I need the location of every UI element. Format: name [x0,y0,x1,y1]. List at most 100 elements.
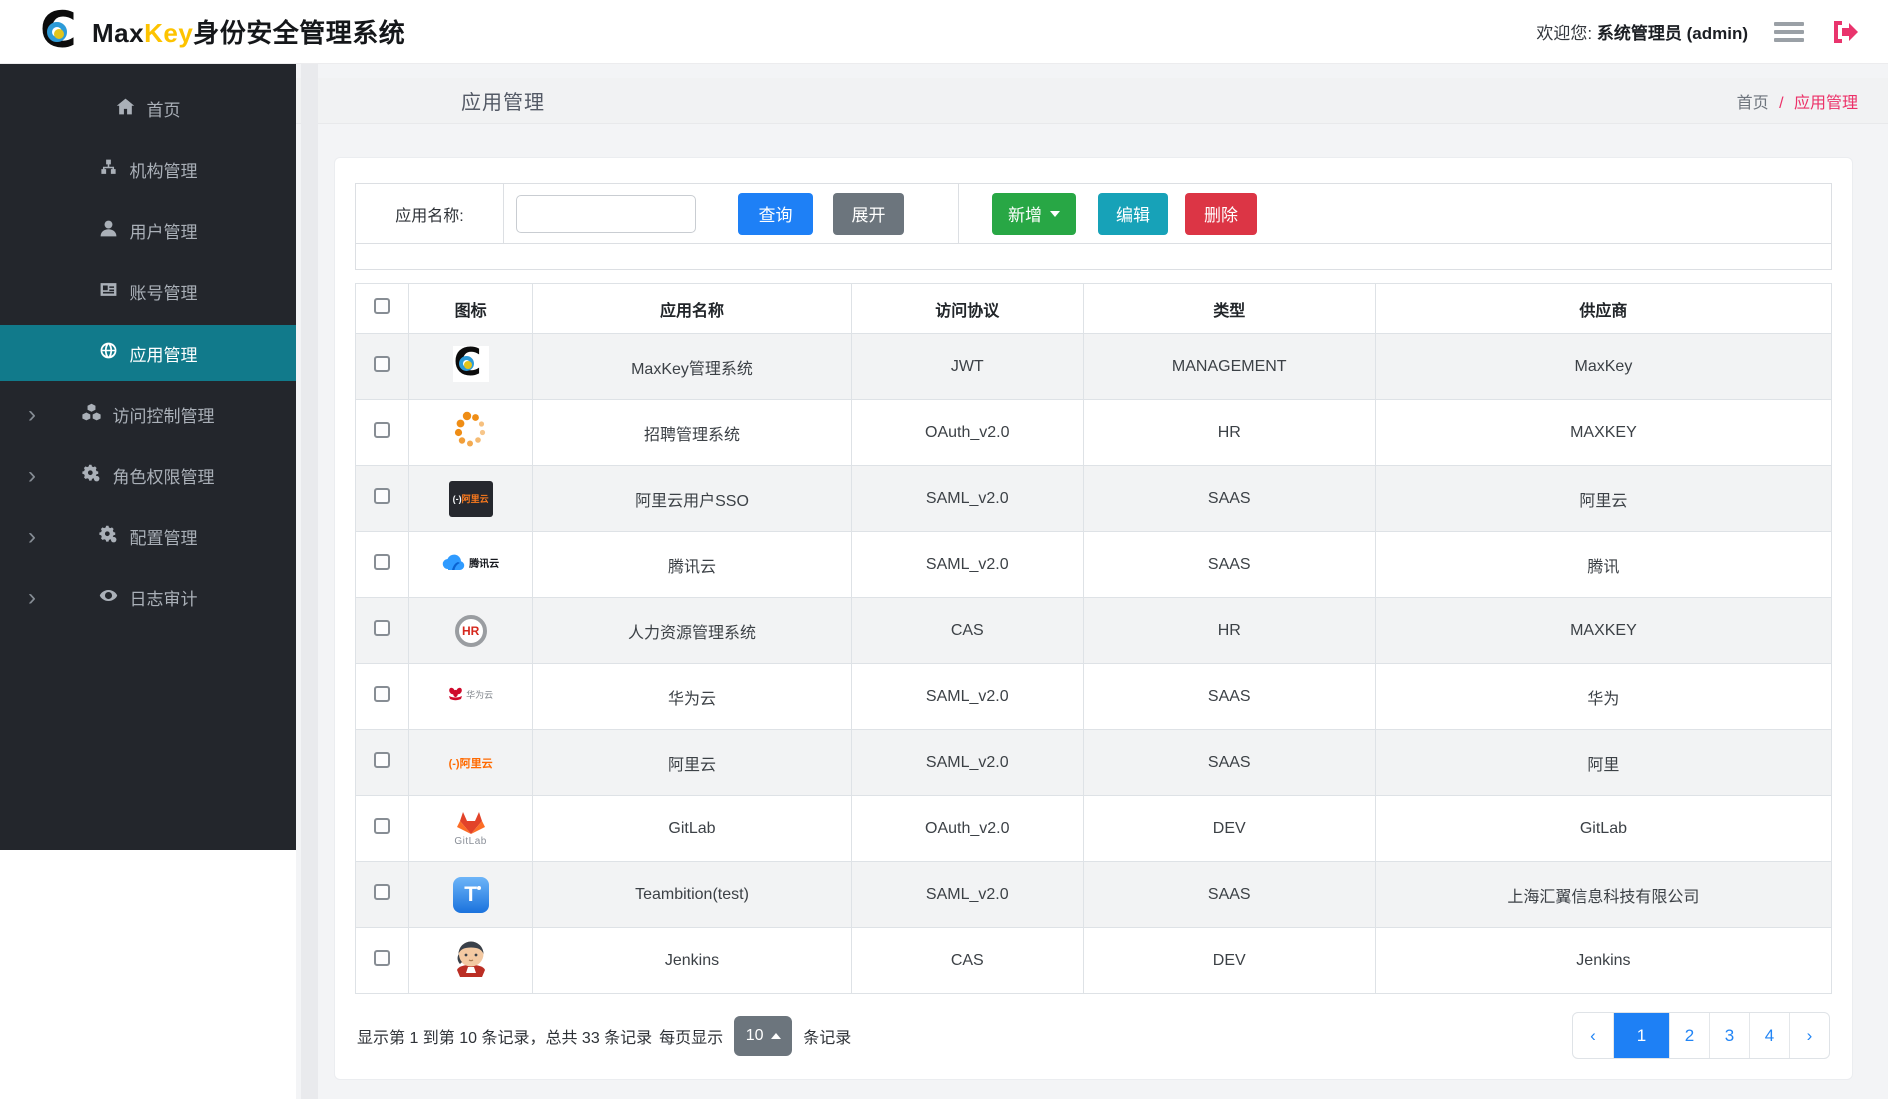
hamburger-menu-icon[interactable] [1774,21,1804,42]
page-number-group: ‹ 1 2 3 4 › [1572,1012,1830,1059]
sidebar-nav: 首页 机构管理 用户管理 账号管理 应用管理 › 访问控制管理 › 角色权限管理 › 配置管理 › 日志… [0,64,296,850]
table-row[interactable]: T Teambition(test) SAML_v2.0 SAAS 上海汇翼信息科技有限… [354,861,1833,928]
page-button-4[interactable]: 4 [1749,1013,1789,1058]
app-management-card: 应用名称: 查询 展开 新增 编辑 删除 图标 应用名称 访问协议 类型 供应商… [334,157,1853,1080]
sidebar-item-5[interactable]: 应用管理 [0,325,296,381]
cell-protocol: SAML_v2.0 [850,663,1084,730]
sidebar-item-label: 角色权限管理 [112,468,215,487]
cell-protocol: OAuth_v2.0 [850,795,1084,862]
row-checkbox[interactable] [374,686,391,702]
collapsed-search-panel [355,244,1832,270]
cell-name: MaxKey管理系统 [532,333,852,400]
row-checkbox[interactable] [374,950,391,966]
page-button-3[interactable]: 3 [1709,1013,1749,1058]
table-row[interactable]: 腾讯云 腾讯云 SAML_v2.0 SAAS 腾讯 [354,531,1833,598]
tencent-cloud-icon: 腾讯云 [442,554,499,575]
cell-name: Teambition(test) [532,861,852,928]
column-header: 供应商 [1374,283,1833,334]
row-checkbox[interactable] [374,554,391,570]
cell-protocol: CAS [850,927,1084,994]
gears-icon [98,525,118,549]
id-card-icon [99,280,118,304]
sidebar-item-1[interactable]: 首页 [0,78,296,139]
app-name-input[interactable] [516,194,696,233]
hr-ring-icon: HR [454,614,487,647]
row-checkbox[interactable] [374,752,391,768]
cell-app_type: HR [1082,399,1376,466]
sidebar-item-6[interactable]: › 访问控制管理 [0,384,296,445]
maxkey-bullseye-icon: C [452,340,489,386]
breadcrumb-home-link[interactable]: 首页 [1737,95,1769,112]
cell-name: 阿里云 [532,729,852,796]
sidebar-item-7[interactable]: › 角色权限管理 [0,445,296,506]
welcome-text: 欢迎您: 系统管理员 (admin) [1536,24,1748,43]
table-row[interactable]: (-) 阿里云 阿里云用户SSO SAML_v2.0 SAAS 阿里云 [354,465,1833,532]
chevron-right-icon: › [28,522,36,550]
query-button[interactable]: 查询 [738,192,813,235]
sidebar-item-2[interactable]: 机构管理 [0,139,296,200]
alibaba-cloud-icon: (-)阿里云 [448,757,493,770]
row-checkbox[interactable] [374,884,391,900]
sidebar-item-3[interactable]: 用户管理 [0,200,296,261]
table-row[interactable]: 华为云 华为云 SAML_v2.0 SAAS 华为 [354,663,1833,730]
cell-protocol: SAML_v2.0 [850,729,1084,796]
cell-protocol: OAuth_v2.0 [850,399,1084,466]
row-checkbox[interactable] [374,422,391,438]
row-checkbox[interactable] [374,488,391,504]
cell-app_type: SAAS [1082,861,1376,928]
cell-name: 人力资源管理系统 [532,597,852,664]
table-row[interactable]: (-)阿里云 阿里云 SAML_v2.0 SAAS 阿里 [354,729,1833,796]
cell-vendor: MaxKey [1374,333,1833,400]
row-checkbox[interactable] [374,356,391,372]
sidebar-item-label: 配置管理 [129,529,198,548]
globe-icon [99,341,118,365]
table-row[interactable]: GitLab GitLab OAuth_v2.0 DEV GitLab [354,795,1833,862]
expand-button[interactable]: 展开 [833,192,904,235]
select-all-checkbox[interactable] [374,298,391,314]
sidebar-item-label: 账号管理 [129,284,198,303]
cell-vendor: 腾讯 [1374,531,1833,598]
table-row[interactable]: Jenkins CAS DEV Jenkins [354,927,1833,994]
vertical-scrollbar[interactable] [301,64,318,1099]
cell-app_type: MANAGEMENT [1082,333,1376,400]
logout-icon[interactable] [1830,19,1858,45]
sidebar-item-label: 访问控制管理 [112,407,215,426]
table-row[interactable]: C MaxKey管理系统JWTMANAGEMENTMaxKey [354,333,1833,400]
page-button-2[interactable]: 2 [1669,1013,1709,1058]
sidebar-item-8[interactable]: › 配置管理 [0,506,296,567]
cell-vendor: 阿里云 [1374,465,1833,532]
next-page-button[interactable]: › [1789,1013,1829,1058]
cell-app_type: SAAS [1082,531,1376,598]
table-header-row: 图标 应用名称 访问协议 类型 供应商 [354,283,1833,334]
cell-protocol: SAML_v2.0 [850,861,1084,928]
table-row[interactable]: HR 人力资源管理系统 CAS HR MAXKEY [354,597,1833,664]
cell-vendor: 华为 [1374,663,1833,730]
cell-protocol: SAML_v2.0 [850,465,1084,532]
user-icon [99,219,118,243]
page-size-dropdown[interactable]: 10 [734,1015,793,1056]
column-header: 访问协议 [850,283,1084,334]
delete-button[interactable]: 删除 [1185,192,1257,235]
row-checkbox[interactable] [374,620,391,636]
cell-name: 招聘管理系统 [532,399,852,466]
sidebar-item-9[interactable]: › 日志审计 [0,567,296,628]
brand: C MaxKey身份安全管理系统 [40,1,405,59]
sidebar-item-label: 机构管理 [129,162,198,181]
sitemap-icon [99,158,118,182]
table-row[interactable]: 招聘管理系统 OAuth_v2.0 HR MAXKEY [354,399,1833,466]
row-checkbox[interactable] [374,818,391,834]
prev-page-button[interactable]: ‹ [1573,1013,1613,1058]
top-navbar: C MaxKey身份安全管理系统 欢迎您: 系统管理员 (admin) [0,0,1888,64]
huawei-cloud-icon: 华为云 [448,687,493,705]
eye-icon [99,586,118,610]
toolbar-divider [958,184,959,243]
page-button-1[interactable]: 1 [1613,1013,1669,1058]
sidebar-item-4[interactable]: 账号管理 [0,261,296,322]
cell-app_type: HR [1082,597,1376,664]
edit-button[interactable]: 编辑 [1098,192,1168,235]
add-button[interactable]: 新增 [992,192,1076,235]
cell-vendor: GitLab [1374,795,1833,862]
column-header: 应用名称 [532,283,852,334]
chevron-right-icon: › [28,461,36,489]
cell-name: 阿里云用户SSO [532,465,852,532]
